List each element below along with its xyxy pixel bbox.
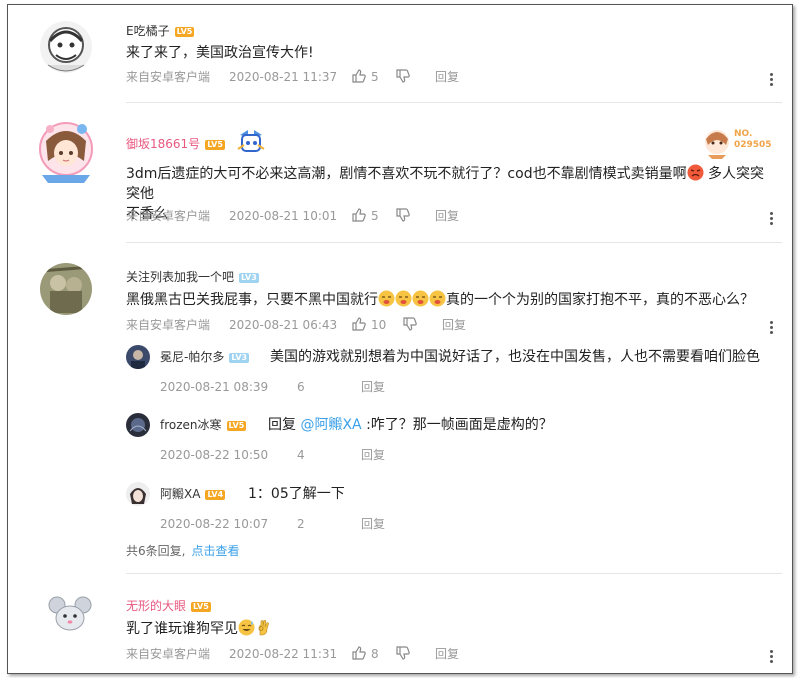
reply-text: 美国的游戏就别想着为中国说好话了，也没在中国发售，人也不需要看咱们脸色 [270,349,760,365]
timestamp: 2020-08-22 10:50 [160,448,269,462]
source-label: 来自安卓客户端 [126,647,211,661]
timestamp: 2020-08-22 11:31 [229,647,338,661]
level-badge: LV5 [205,140,225,150]
source-label: 来自安卓客户端 [126,209,211,223]
reply-text: 回复 @阿毈XA :咋了？那一帧画面是虚构的？ [268,417,553,433]
vomit-face-emoji-icon [395,290,412,307]
thumbs-up-icon [352,317,366,331]
reply-button[interactable]: 回复 [361,447,385,463]
username[interactable]: E吃橘子 LV5 [126,23,195,39]
level-badge: LV5 [191,602,211,612]
like-count: 10 [371,318,387,332]
username[interactable]: 御坂18661号 LV5 [126,136,225,152]
divider [126,242,782,243]
like-button[interactable] [352,208,366,226]
timestamp: 2020-08-21 08:39 [160,380,269,394]
thumbs-down-icon [403,317,417,331]
level-badge: LV5 [226,421,247,431]
timestamp: 2020-08-21 11:37 [229,70,338,84]
dislike-button[interactable] [396,208,410,226]
reply-button[interactable]: 回复 [435,69,459,85]
timestamp: 2020-08-22 10:07 [160,517,269,531]
level-badge: LV5 [174,27,195,37]
mention-link[interactable]: @阿毈XA [300,417,361,433]
avatar[interactable] [40,263,92,315]
reply-username[interactable]: 阿毈XA LV4 [160,486,226,502]
thumbs-up-icon [352,208,366,222]
ranking-badge: NO. 029505 [702,125,782,161]
vomit-face-emoji-icon [429,290,446,307]
reply-button[interactable]: 回复 [435,208,459,224]
divider [126,102,782,103]
timestamp: 2020-08-21 10:01 [229,209,338,223]
reply-summary: 共6条回复, 点击查看 [126,544,240,558]
reply-text: 1：05了解一下 [248,486,345,502]
thumbs-up-icon [352,646,366,660]
badge-number: 029505 [734,140,772,150]
reply-button[interactable]: 回复 [442,317,466,333]
sweat-smile-emoji-icon [238,619,255,636]
like-count: 8 [371,647,379,661]
username[interactable]: 无形的大眼 LV5 [126,598,211,614]
more-options-icon[interactable] [770,321,774,336]
avatar[interactable] [48,594,92,634]
avatar[interactable] [36,117,96,189]
comment-section: E吃橘子 LV5 来了来了，美国政治宣传大作! 来自安卓客户端 2020-08-2… [7,4,793,674]
badge-label: NO. [734,129,753,139]
like-count: 5 [371,209,379,223]
thumbs-down-icon [396,208,410,222]
thumbs-up-icon [352,69,366,83]
like-count: 5 [371,70,379,84]
level-badge: LV3 [229,353,250,363]
like-count: 4 [297,448,305,462]
username[interactable]: 关注列表加我一个吧 LV3 [126,269,259,285]
level-badge: LV4 [205,490,226,500]
reply-button[interactable]: 回复 [361,379,385,395]
reply-button[interactable]: 回复 [435,646,459,662]
avatar[interactable] [40,21,92,73]
vomit-face-emoji-icon [412,290,429,307]
dislike-button[interactable] [403,317,417,335]
angry-face-emoji-icon [687,164,704,181]
avatar[interactable] [126,345,150,369]
reply-username[interactable]: frozen冰寒 LV5 [160,417,247,433]
like-button[interactable] [352,317,366,335]
divider [126,573,782,574]
like-count: 6 [297,380,305,394]
more-options-icon[interactable] [770,650,774,665]
vomit-face-emoji-icon [378,290,395,307]
comment-text: 黑俄黑古巴关我屁事，只要不黑中国就行 真的一个个为别的国家打抱不平，真的不恶心么？ [126,290,754,308]
more-options-icon[interactable] [770,212,774,227]
timestamp: 2020-08-21 06:43 [229,318,338,332]
reply-username[interactable]: 冕尼-帕尔多 LV3 [160,349,250,365]
thumbs-down-icon [396,69,410,83]
view-all-replies-link[interactable]: 点击查看 [191,544,239,558]
more-options-icon[interactable] [770,73,774,88]
robot-badge-icon [236,129,266,155]
like-button[interactable] [352,646,366,664]
avatar[interactable] [126,413,150,437]
comment-text: 来了来了，美国政治宣传大作! [126,45,314,61]
source-label: 来自安卓客户端 [126,318,211,332]
thumbs-down-icon [396,646,410,660]
like-count: 2 [297,517,305,531]
avatar[interactable] [126,482,150,506]
dislike-button[interactable] [396,69,410,87]
dislike-button[interactable] [396,646,410,664]
like-button[interactable] [352,69,366,87]
level-badge: LV3 [239,273,259,283]
reply-button[interactable]: 回复 [361,516,385,532]
comment-text: 乳了谁玩谁狗罕见 [126,619,766,639]
ok-hand-emoji-icon [258,620,269,636]
source-label: 来自安卓客户端 [126,70,211,84]
